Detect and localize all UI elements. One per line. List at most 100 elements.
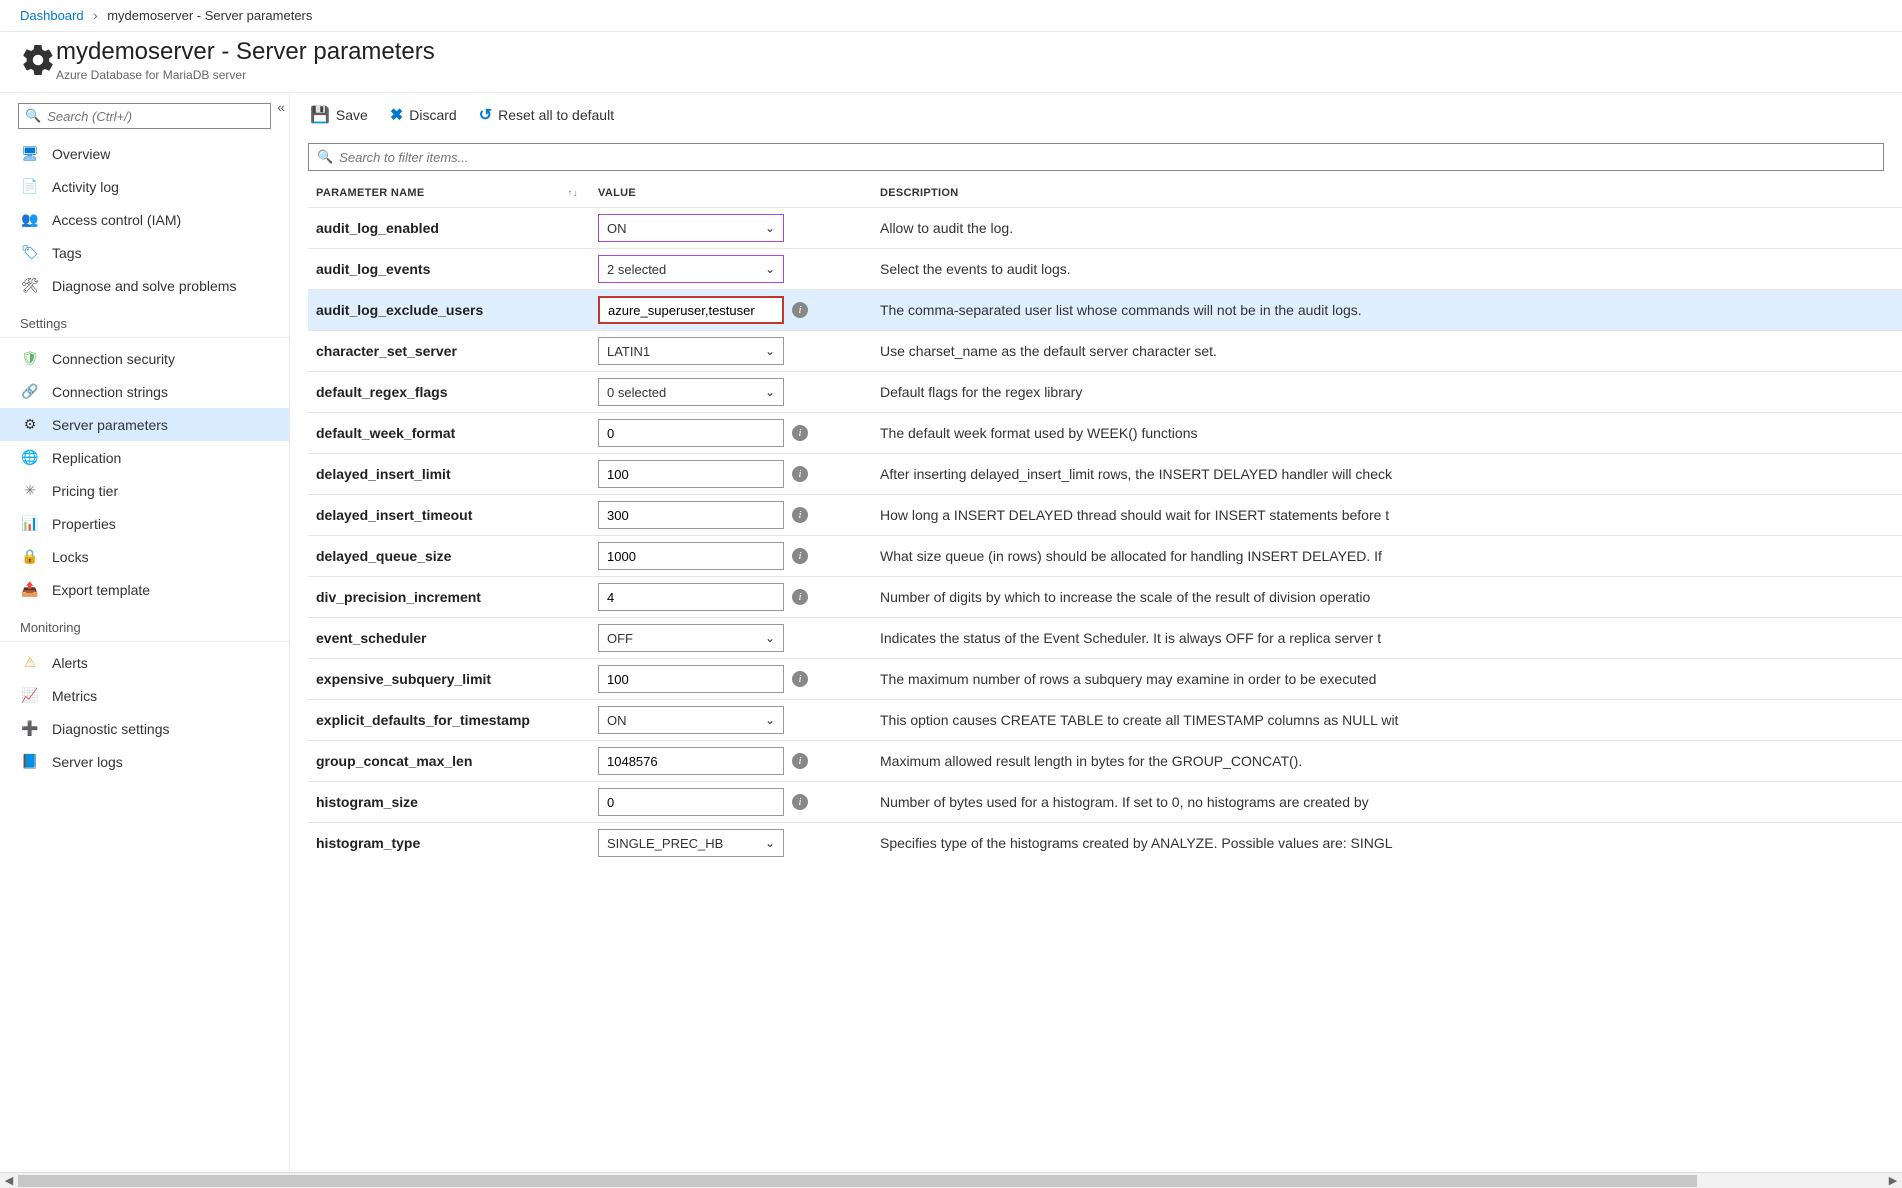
param-input[interactable]: [608, 303, 774, 318]
info-icon[interactable]: i: [792, 507, 808, 523]
info-icon[interactable]: i: [792, 548, 808, 564]
sidebar-item-properties[interactable]: 📊Properties: [0, 507, 289, 540]
param-dropdown[interactable]: LATIN1⌄: [598, 337, 784, 365]
param-dropdown[interactable]: 2 selected⌄: [598, 255, 784, 283]
param-text[interactable]: [598, 501, 784, 529]
chevron-down-icon: ⌄: [765, 221, 775, 235]
sort-icon[interactable]: ↑↓: [567, 188, 578, 199]
param-text[interactable]: [598, 542, 784, 570]
table-row: default_week_formatiThe default week for…: [308, 412, 1902, 453]
breadcrumb-dashboard[interactable]: Dashboard: [20, 8, 84, 23]
alerts-icon: ⚠: [20, 654, 40, 671]
reset-button[interactable]: ↺Reset all to default: [479, 105, 614, 125]
param-input[interactable]: [607, 467, 775, 482]
info-icon[interactable]: i: [792, 671, 808, 687]
save-button[interactable]: 💾Save: [310, 105, 368, 125]
sidebar-item-iam[interactable]: 👥Access control (IAM): [0, 203, 289, 236]
sidebar-item-server-logs[interactable]: 📘Server logs: [0, 745, 289, 778]
chevron-down-icon: ⌄: [765, 631, 775, 645]
sidebar-search[interactable]: 🔍: [18, 103, 271, 129]
toolbar: 💾Save ✖Discard ↺Reset all to default: [290, 93, 1902, 137]
sidebar-item-label: Replication: [52, 450, 121, 466]
sidebar-search-input[interactable]: [47, 109, 264, 124]
discard-button[interactable]: ✖Discard: [390, 105, 457, 125]
sidebar-item-label: Activity log: [52, 179, 119, 195]
param-dropdown[interactable]: ON⌄: [598, 706, 784, 734]
scroll-right-icon[interactable]: ▶: [1884, 1174, 1902, 1187]
param-dropdown[interactable]: OFF⌄: [598, 624, 784, 652]
param-input[interactable]: [607, 426, 775, 441]
dropdown-value: SINGLE_PREC_HB: [607, 836, 723, 851]
sidebar-item-replication[interactable]: 🌐Replication: [0, 441, 289, 474]
sidebar-item-label: Overview: [52, 146, 110, 162]
param-input[interactable]: [607, 590, 775, 605]
sidebar-item-label: Locks: [52, 549, 89, 565]
param-text[interactable]: [598, 747, 784, 775]
horizontal-scrollbar[interactable]: ◀ ▶: [0, 1172, 1902, 1188]
filter-input[interactable]: [339, 150, 1875, 165]
param-input[interactable]: [607, 549, 775, 564]
page-subtitle: Azure Database for MariaDB server: [56, 68, 435, 82]
tags-icon: 🏷: [20, 244, 40, 261]
scroll-left-icon[interactable]: ◀: [0, 1174, 18, 1187]
param-input[interactable]: [607, 795, 775, 810]
sidebar-item-export[interactable]: 📤 Export template: [0, 573, 289, 606]
param-description: This option causes CREATE TABLE to creat…: [880, 712, 1902, 728]
sidebar-item-label: Export template: [52, 582, 150, 598]
sidebar-item-alerts[interactable]: ⚠ Alerts: [0, 646, 289, 679]
sidebar-item-conn-strings[interactable]: 🔗Connection strings: [0, 375, 289, 408]
param-text[interactable]: [598, 665, 784, 693]
param-dropdown[interactable]: SINGLE_PREC_HB⌄: [598, 829, 784, 857]
sidebar-item-pricing[interactable]: ✳Pricing tier: [0, 474, 289, 507]
sidebar: « 🔍 🖥Overview📄Activity log👥Access contro…: [0, 93, 290, 1172]
param-description: Use charset_name as the default server c…: [880, 343, 1902, 359]
info-icon[interactable]: i: [792, 794, 808, 810]
info-icon[interactable]: i: [792, 589, 808, 605]
sidebar-item-locks[interactable]: 🔒Locks: [0, 540, 289, 573]
collapse-sidebar-icon[interactable]: «: [277, 99, 285, 115]
col-header-description[interactable]: DESCRIPTION: [880, 187, 1902, 199]
param-text[interactable]: [598, 583, 784, 611]
scrollbar-thumb[interactable]: [18, 1175, 1697, 1187]
sidebar-item-label: Pricing tier: [52, 483, 118, 499]
server-params-icon: ⚙: [20, 416, 40, 433]
param-dropdown[interactable]: ON⌄: [598, 214, 784, 242]
sidebar-item-diagnose[interactable]: 🛠Diagnose and solve problems: [0, 269, 289, 302]
server-logs-icon: 📘: [20, 753, 40, 770]
info-icon[interactable]: i: [792, 302, 808, 318]
param-input[interactable]: [607, 672, 775, 687]
param-name: delayed_queue_size: [308, 548, 598, 564]
info-icon[interactable]: i: [792, 466, 808, 482]
sidebar-item-label: Properties: [52, 516, 116, 532]
col-header-value[interactable]: VALUE: [598, 187, 880, 199]
param-input[interactable]: [607, 754, 775, 769]
filter-box[interactable]: 🔍: [308, 143, 1884, 171]
param-text[interactable]: [598, 296, 784, 324]
param-text[interactable]: [598, 460, 784, 488]
sidebar-item-server-params[interactable]: ⚙Server parameters: [0, 408, 289, 441]
info-icon[interactable]: i: [792, 425, 808, 441]
sidebar-item-conn-security[interactable]: 🛡Connection security: [0, 342, 289, 375]
param-name: audit_log_enabled: [308, 220, 598, 236]
sidebar-item-tags[interactable]: 🏷Tags: [0, 236, 289, 269]
table-row: default_regex_flags0 selected⌄Default fl…: [308, 371, 1902, 412]
sidebar-item-label: Diagnose and solve problems: [52, 278, 236, 294]
param-input[interactable]: [607, 508, 775, 523]
table-row: character_set_serverLATIN1⌄Use charset_n…: [308, 330, 1902, 371]
sidebar-item-label: Alerts: [52, 655, 88, 671]
param-text[interactable]: [598, 788, 784, 816]
table-row: div_precision_incrementiNumber of digits…: [308, 576, 1902, 617]
main-panel: 💾Save ✖Discard ↺Reset all to default 🔍 P…: [290, 93, 1902, 1172]
sidebar-item-metrics[interactable]: 📈Metrics: [0, 679, 289, 712]
chevron-down-icon: ⌄: [765, 262, 775, 276]
export-icon: 📤: [20, 581, 40, 598]
sidebar-item-activity-log[interactable]: 📄Activity log: [0, 170, 289, 203]
table-row: group_concat_max_leniMaximum allowed res…: [308, 740, 1902, 781]
info-icon[interactable]: i: [792, 753, 808, 769]
param-name: event_scheduler: [308, 630, 598, 646]
param-text[interactable]: [598, 419, 784, 447]
param-dropdown[interactable]: 0 selected⌄: [598, 378, 784, 406]
col-header-name[interactable]: PARAMETER NAME↑↓: [308, 187, 598, 199]
sidebar-item-diag-settings[interactable]: ➕Diagnostic settings: [0, 712, 289, 745]
sidebar-item-overview[interactable]: 🖥Overview: [0, 137, 289, 170]
